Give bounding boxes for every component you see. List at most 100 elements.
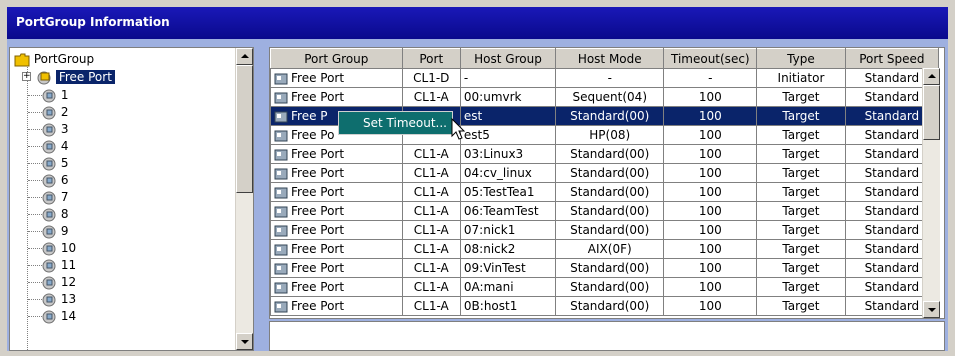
port-group-icon xyxy=(274,282,288,293)
column-header[interactable]: Host Mode xyxy=(555,48,665,69)
column-header[interactable]: Type xyxy=(756,48,846,69)
tree-item-label: 6 xyxy=(60,173,69,187)
table-cell: CL1-A xyxy=(401,220,461,240)
port-group-icon xyxy=(274,111,288,122)
cell-port-group: Free Port xyxy=(270,220,403,240)
portgroup-tree[interactable]: PortGroup + Free Port 1 2 3 4 5 6 7 8 9 … xyxy=(9,47,254,351)
cell-port-group: Free Port xyxy=(270,201,403,221)
column-header[interactable]: Port Group xyxy=(270,48,403,69)
port-icon xyxy=(42,259,56,272)
table-scroll-up-button[interactable] xyxy=(923,68,940,85)
column-header[interactable]: Host Group xyxy=(459,48,557,69)
table-row[interactable]: Free Port CL1-A 0A:mani Standard(00) 100 Targ… xyxy=(270,277,940,297)
port-icon xyxy=(42,310,56,323)
tree-item-14[interactable]: 14 xyxy=(41,308,76,324)
port-icon xyxy=(42,276,56,289)
table-row[interactable]: Free Port CL1-D - - - Initiator Standard xyxy=(270,68,940,88)
table-cell: Standard(00) xyxy=(555,277,665,297)
expand-toggle[interactable]: + xyxy=(22,72,31,81)
tree-item-5[interactable]: 5 xyxy=(41,155,68,171)
table-cell: 100 xyxy=(663,182,758,202)
tree-item-13[interactable]: 13 xyxy=(41,291,76,307)
table-row[interactable]: Free Port CL1-A 04:cv_linux Standard(00) 100… xyxy=(270,163,940,183)
tree-item-10[interactable]: 10 xyxy=(41,240,76,256)
tree-item-free-port[interactable]: Free Port xyxy=(36,69,115,85)
tree-item-3[interactable]: 3 xyxy=(41,121,68,137)
table-cell: - xyxy=(459,68,557,88)
tree-item-1[interactable]: 1 xyxy=(41,87,68,103)
table-cell: 100 xyxy=(663,201,758,221)
table-row[interactable]: Free Port CL1-A 09:VinTest Standard(00) 100 T… xyxy=(270,258,940,278)
tree-item-label: 5 xyxy=(60,156,69,170)
port-icon xyxy=(42,191,56,204)
table-row[interactable]: Free Port CL1-A 07:nick1 Standard(00) 100 Tar… xyxy=(270,220,940,240)
cell-text: Free Port xyxy=(291,280,345,294)
cell-text: Free Port xyxy=(291,166,345,180)
scroll-thumb[interactable] xyxy=(236,65,253,193)
table-scrollbar[interactable] xyxy=(922,68,940,318)
cell-text: Free Port xyxy=(291,147,345,161)
cell-text: Free Port xyxy=(291,185,345,199)
port-icon xyxy=(42,208,56,221)
scroll-down-button[interactable] xyxy=(236,333,253,350)
window-title: PortGroup Information xyxy=(16,15,170,29)
column-header[interactable]: Port xyxy=(401,48,461,69)
cell-port-group: Free Port xyxy=(270,87,403,107)
table-cell: CL1-D xyxy=(401,68,461,88)
table-cell: Target xyxy=(756,296,846,316)
tree-scrollbar[interactable] xyxy=(235,48,253,350)
table-cell: Target xyxy=(756,258,846,278)
table-scroll-down-button[interactable] xyxy=(923,301,940,318)
table-cell: 100 xyxy=(663,106,758,126)
table-cell: 05:TestTea1 xyxy=(459,182,557,202)
scroll-up-button[interactable] xyxy=(236,48,253,65)
table-cell: CL1-A xyxy=(401,201,461,221)
detail-area xyxy=(269,321,945,351)
port-group-icon xyxy=(274,73,288,84)
tree-item-11[interactable]: 11 xyxy=(41,257,76,273)
tree-item-label: 14 xyxy=(60,309,77,323)
table-row[interactable]: Free Port CL1-A 03:Linux3 Standard(00) 100 Ta… xyxy=(270,144,940,164)
tree-item-8[interactable]: 8 xyxy=(41,206,68,222)
port-icon xyxy=(42,157,56,170)
table-row[interactable]: Free Port CL1-A 00:umvrk Sequent(04) 100 Targ… xyxy=(270,87,940,107)
tree-item-4[interactable]: 4 xyxy=(41,138,68,154)
table-cell: 100 xyxy=(663,163,758,183)
port-icon xyxy=(42,89,56,102)
port-group-icon xyxy=(274,187,288,198)
tree-item-7[interactable]: 7 xyxy=(41,189,68,205)
table-cell: Standard(00) xyxy=(555,144,665,164)
table-row[interactable]: Free Port CL1-A 08:nick2 AIX(0F) 100 Target St… xyxy=(270,239,940,259)
tree-root[interactable]: PortGroup xyxy=(14,51,94,67)
table-row[interactable]: Free Port CL1-A 05:TestTea1 Standard(00) 100… xyxy=(270,182,940,202)
tree-item-2[interactable]: 2 xyxy=(41,104,68,120)
tree-item-label: 13 xyxy=(60,292,77,306)
column-header[interactable]: Port Speed xyxy=(844,48,940,69)
tree-item-label: 9 xyxy=(60,224,69,238)
table-cell: Standard(00) xyxy=(555,106,665,126)
table-cell: Target xyxy=(756,201,846,221)
table-cell: 00:umvrk xyxy=(459,87,557,107)
table-cell: 04:cv_linux xyxy=(459,163,557,183)
port-icon xyxy=(42,242,56,255)
cell-port-group: Free Port xyxy=(270,239,403,259)
table-cell: est5 xyxy=(459,125,557,145)
table-cell: - xyxy=(555,68,665,88)
table-row[interactable]: Free Port CL1-A 06:TeamTest Standard(00) 100… xyxy=(270,201,940,221)
tree-item-9[interactable]: 9 xyxy=(41,223,68,239)
port-table[interactable]: Port Group Port Host Group Host Mode Timeout… xyxy=(269,47,945,319)
table-cell: 07:nick1 xyxy=(459,220,557,240)
port-group-icon xyxy=(274,301,288,312)
table-cell: Target xyxy=(756,125,846,145)
cell-text: Free Port xyxy=(291,71,345,85)
context-menu[interactable]: Set Timeout... xyxy=(338,111,453,135)
cell-port-group: Free Port xyxy=(270,68,403,88)
table-row[interactable]: Free Port CL1-A 0B:host1 Standard(00) 100 Tar… xyxy=(270,296,940,316)
column-header[interactable]: Timeout(sec) xyxy=(663,48,758,69)
table-scroll-thumb[interactable] xyxy=(923,85,940,140)
tree-item-6[interactable]: 6 xyxy=(41,172,68,188)
table-cell: CL1-A xyxy=(401,277,461,297)
tree-item-12[interactable]: 12 xyxy=(41,274,76,290)
menu-item-set-timeout[interactable]: Set Timeout... xyxy=(363,116,447,130)
port-group-icon xyxy=(274,168,288,179)
